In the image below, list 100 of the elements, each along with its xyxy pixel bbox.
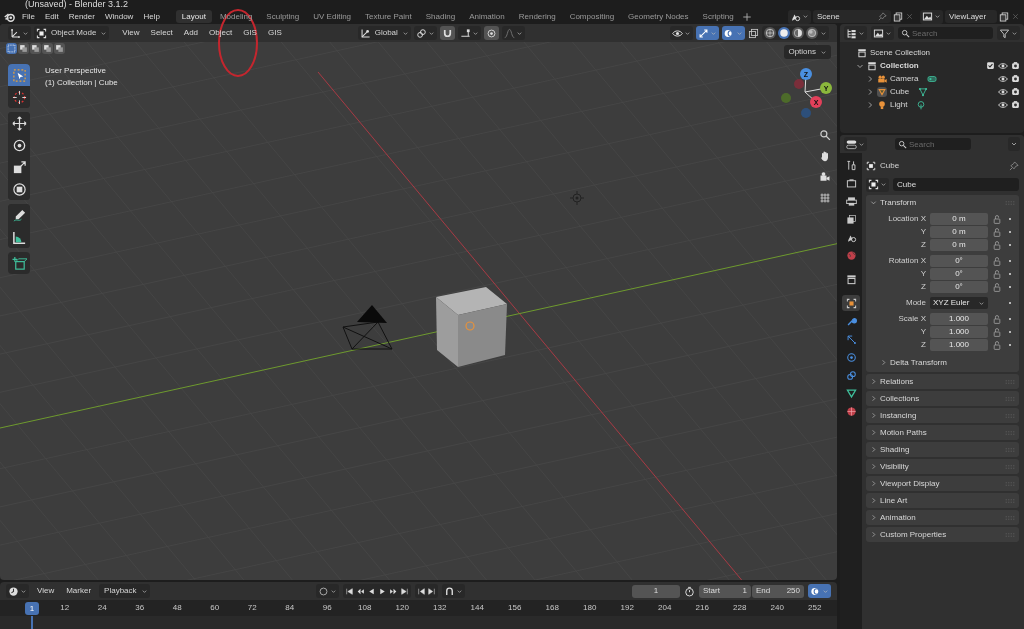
menu-item[interactable]: View [33, 585, 59, 597]
menu-item[interactable]: File [18, 10, 39, 23]
workspace-tab[interactable]: UV Editing [307, 9, 358, 24]
outliner-item[interactable]: Light [890, 99, 908, 110]
keyframe-dot-icon[interactable] [1006, 315, 1014, 323]
options-button[interactable]: Options [784, 45, 831, 59]
menu-item[interactable]: Window [100, 10, 138, 23]
view-layer-field[interactable]: ViewLayer [945, 10, 997, 23]
camera-icon[interactable] [1011, 61, 1020, 70]
select-mode-button[interactable] [54, 43, 65, 54]
keyframe-dot-icon[interactable] [1006, 270, 1014, 278]
playback-button-icon[interactable] [356, 586, 366, 596]
select-mode-button[interactable] [30, 43, 41, 54]
menu-item[interactable]: GIS [263, 27, 286, 39]
panel-header[interactable]: Custom Properties [866, 527, 1019, 542]
playback-button-icon[interactable] [345, 586, 355, 596]
view-layer-type-button[interactable] [920, 9, 943, 24]
panel-header[interactable]: Instancing [866, 408, 1019, 423]
camera-icon[interactable] [1011, 74, 1020, 83]
number-field[interactable]: 0° [930, 281, 988, 293]
lock-icon[interactable] [992, 282, 1002, 292]
filter-view-button[interactable] [871, 26, 894, 40]
data-type-button[interactable] [866, 177, 889, 192]
display-mode-button[interactable] [844, 26, 867, 40]
number-field[interactable]: 1.000 [930, 326, 988, 338]
lock-icon[interactable] [992, 227, 1002, 237]
outliner-item[interactable]: Collection [880, 60, 919, 71]
camera-icon[interactable] [1011, 87, 1020, 96]
options-dropdown[interactable] [1008, 137, 1020, 151]
search-field[interactable]: Search [895, 138, 971, 150]
lock-icon[interactable] [992, 327, 1002, 337]
shading-mode-button[interactable] [806, 27, 818, 39]
menu-item[interactable]: Edit [40, 10, 63, 23]
workspace-tab[interactable]: Shading [419, 9, 462, 24]
pin-icon[interactable] [878, 12, 887, 21]
playhead[interactable]: 1 [25, 601, 39, 615]
visibility-button[interactable] [670, 26, 693, 40]
start-frame-field[interactable]: Start 1 [699, 584, 751, 598]
number-field[interactable]: 1.000 [930, 313, 988, 325]
keyframe-dot-icon[interactable] [1006, 283, 1014, 291]
current-frame-field[interactable]: 1 [632, 584, 680, 598]
menu-item[interactable]: View [118, 27, 144, 39]
scene-type-button[interactable] [788, 9, 811, 24]
add-icon[interactable] [741, 11, 752, 22]
number-field[interactable]: 0 m [930, 226, 988, 238]
panel-header[interactable]: Transform [866, 195, 1019, 210]
panel-header[interactable]: Delta Transform [874, 355, 1019, 370]
lock-icon[interactable] [992, 340, 1002, 350]
select-mode-button[interactable] [18, 43, 29, 54]
menu-item[interactable]: Help [139, 10, 164, 23]
keyframe-dot-icon[interactable] [1006, 228, 1014, 236]
outliner-item[interactable]: Cube [890, 86, 910, 97]
panel-header[interactable]: Animation [866, 510, 1019, 525]
camera-icon[interactable] [1011, 100, 1020, 109]
panel-header[interactable]: Motion Paths [866, 425, 1019, 440]
scene-field[interactable]: Scene [813, 10, 891, 23]
object-icon-button[interactable] [877, 73, 887, 84]
checkbox[interactable] [986, 61, 995, 70]
editor-type-button[interactable] [844, 137, 867, 151]
workspace-tab[interactable]: Compositing [563, 9, 621, 24]
keyframe-dot-icon[interactable] [1006, 241, 1014, 249]
properties-tab[interactable] [842, 295, 860, 311]
keying-button[interactable] [316, 584, 340, 598]
number-field[interactable]: 0° [930, 255, 988, 267]
object-icon-button[interactable] [877, 86, 887, 97]
lock-icon[interactable] [992, 256, 1002, 266]
playback-button-icon[interactable] [400, 586, 410, 596]
shading-mode-button[interactable] [792, 27, 804, 39]
camera-data-icon[interactable] [927, 73, 938, 84]
next-keyframe-icon[interactable] [427, 586, 437, 596]
sync-button[interactable] [808, 584, 831, 598]
keyframe-dot-icon[interactable] [1006, 215, 1014, 223]
keyframe-dot-icon[interactable] [1006, 328, 1014, 336]
keyframe-dot-icon[interactable] [1006, 257, 1014, 265]
orientation-dropdown[interactable]: Global [357, 26, 411, 40]
workspace-tab[interactable]: Geometry Nodes [622, 9, 695, 24]
number-field[interactable]: 0° [930, 268, 988, 280]
workspace-tab[interactable]: Animation [463, 9, 511, 24]
proportional-edit-button[interactable] [483, 26, 499, 40]
editor-type-button[interactable] [8, 26, 31, 40]
object-icon-button[interactable] [877, 99, 887, 110]
workspace-tab[interactable]: Rendering [512, 9, 562, 24]
outliner-item[interactable]: Camera [890, 73, 919, 84]
menu-item[interactable]: Render [64, 10, 99, 23]
shading-mode-button[interactable] [764, 27, 776, 39]
search-field[interactable]: Search [898, 27, 993, 39]
editor-type-button[interactable] [6, 584, 29, 598]
panel-header[interactable]: Collections [866, 391, 1019, 406]
number-field[interactable]: 1.000 [930, 339, 988, 351]
workspace-tab[interactable]: Layout [175, 9, 212, 24]
workspace-tab[interactable]: Texture Paint [359, 9, 418, 24]
name-field[interactable]: Cube [893, 178, 1019, 191]
keyframe-dot-icon[interactable] [1006, 299, 1014, 307]
previous-keyframe-icon[interactable] [417, 586, 427, 596]
lock-icon[interactable] [992, 214, 1002, 224]
menu-item[interactable]: Marker [62, 585, 96, 597]
lock-icon[interactable] [992, 269, 1002, 279]
pin-icon[interactable] [1009, 160, 1019, 171]
outliner-item[interactable]: Scene Collection [870, 47, 931, 58]
workspace-tab[interactable]: Scripting [696, 9, 740, 24]
